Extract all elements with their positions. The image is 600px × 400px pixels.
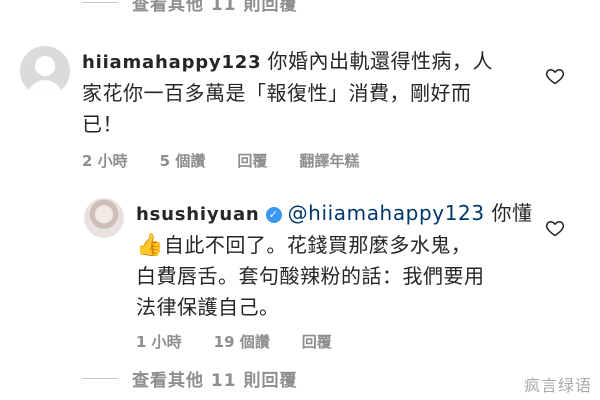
comment-text: hiiamahappy123 你婚內出軌還得性病，人 家花你一百多萬是「報復性」消… <box>82 46 552 140</box>
comment-text-line: 白費唇舌。套句酸辣粉的話：我們要用 <box>136 264 485 288</box>
mention-link[interactable]: @hiiamahappy123 <box>288 201 485 225</box>
comment-text-line: 你婚內出軌還得性病，人 <box>267 49 493 73</box>
comment-hsushiyuan: hsushiyuan ✓ @hiiamahappy123 你懂 👍自此不回了。花錢買… <box>84 198 566 352</box>
view-more-replies-label: 查看其他 11 則回覆 <box>132 0 298 15</box>
avatar[interactable] <box>84 198 124 238</box>
reply-button[interactable]: 回覆 <box>237 150 267 171</box>
comment-text-line: 你懂 <box>491 201 533 225</box>
view-more-replies-label: 查看其他 11 則回覆 <box>132 371 298 391</box>
like-count[interactable]: 5 個讚 <box>160 150 206 171</box>
translate-button[interactable]: 翻譯年糕 <box>299 150 359 171</box>
view-more-replies-bottom[interactable]: 查看其他 11 則回覆 <box>82 366 298 391</box>
avatar-body-shape <box>27 80 63 96</box>
avatar-head-shape <box>35 56 55 76</box>
comment-time: 2 小時 <box>82 152 128 170</box>
comment-text-line: 家花你一百多萬是「報復性」消費，剛好而 <box>82 81 472 105</box>
username[interactable]: hiiamahappy123 <box>82 52 261 73</box>
comment-text-line: 已！ <box>82 112 123 136</box>
reply-button[interactable]: 回覆 <box>302 331 332 352</box>
comment-body: hiiamahappy123 你婚內出軌還得性病，人 家花你一百多萬是「報復性」消… <box>82 46 552 171</box>
comment-hiiamahappy123: hiiamahappy123 你婚內出軌還得性病，人 家花你一百多萬是「報復性」消… <box>20 46 552 171</box>
avatar[interactable] <box>20 46 70 96</box>
watermark: 疯言绿语 <box>523 376 592 395</box>
comment-time: 1 小時 <box>136 333 182 351</box>
view-more-replies-top[interactable]: 查看其他 11 則回覆 <box>82 0 298 15</box>
comment-text: hsushiyuan ✓ @hiiamahappy123 你懂 👍自此不回了。花錢買… <box>136 198 566 323</box>
heart-icon[interactable] <box>545 66 565 86</box>
comment-meta: 2 小時 5 個讚 回覆 翻譯年糕 <box>82 150 552 171</box>
heart-icon[interactable] <box>545 218 565 238</box>
verified-icon: ✓ <box>265 207 282 223</box>
thumbs-up-icon: 👍 <box>136 233 164 258</box>
comment-body: hsushiyuan ✓ @hiiamahappy123 你懂 👍自此不回了。花錢買… <box>136 198 566 352</box>
comment-text-line: 自此不回了。花錢買那麼多水鬼， <box>163 233 472 257</box>
like-count[interactable]: 19 個讚 <box>214 331 270 352</box>
comment-meta: 1 小時 19 個讚 回覆 <box>136 331 566 352</box>
comment-text-line: 法律保護自己。 <box>136 295 280 319</box>
username[interactable]: hsushiyuan <box>136 204 260 225</box>
divider-line <box>82 378 118 379</box>
divider-line <box>82 2 118 3</box>
